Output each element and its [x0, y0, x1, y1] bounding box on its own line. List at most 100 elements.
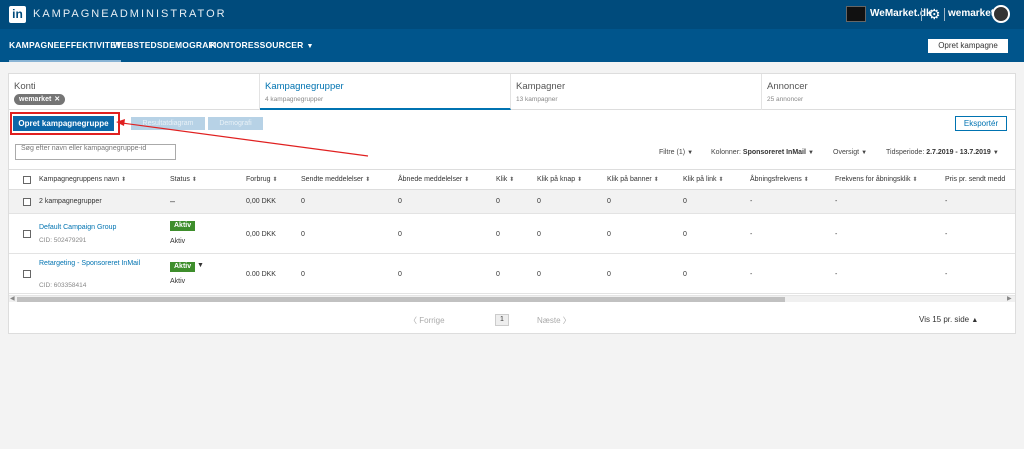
clicks-cell: 0: [496, 271, 500, 278]
tab-title: Annoncer: [767, 81, 808, 92]
divider: [921, 8, 922, 21]
row-checkbox[interactable]: [23, 270, 31, 278]
open-rate-cell: -: [750, 271, 753, 278]
account-filter-chip[interactable]: wemarket ✕: [14, 94, 66, 105]
header-label: Klik: [496, 176, 508, 183]
linkedin-logo[interactable]: in: [9, 6, 26, 23]
column-header-spend[interactable]: Forbrug ⬍: [246, 176, 278, 183]
campaign-group-name-link[interactable]: Default Campaign Group: [39, 224, 116, 231]
tab-subtitle: 4 kampagnegrupper: [265, 96, 324, 103]
nav-label: WEBSTEDSDEMOGRAFI: [113, 40, 217, 50]
nav-item-website-demographics[interactable]: WEBSTEDSDEMOGRAFI: [113, 29, 217, 62]
header-label: Sendte meddelelser: [301, 176, 364, 183]
sort-icon: ⬍: [718, 177, 724, 183]
caret-down-icon: ▼: [807, 150, 814, 156]
summary-price: -: [945, 198, 948, 205]
spend-cell: 0,00 DKK: [246, 231, 276, 238]
tab-accounts[interactable]: Konti wemarket ✕: [9, 74, 260, 110]
search-placeholder: Søg efter navn eller kampagnegruppe-id: [21, 145, 147, 152]
column-header-price-per-sent[interactable]: Pris pr. sendt medd: [945, 176, 1005, 183]
avatar[interactable]: [992, 5, 1010, 23]
tab-campaigns[interactable]: Kampagner 13 kampagner: [511, 74, 762, 110]
top-bar: in KAMPAGNEADMINISTRATOR WeMarket.dk ⚙ w…: [0, 0, 1024, 29]
main-panel: Konti wemarket ✕ Kampagnegrupper 4 kampag…: [8, 73, 1016, 334]
account-name[interactable]: WeMarket.dk: [870, 8, 932, 19]
current-page[interactable]: 1: [495, 314, 509, 326]
status-dropdown-icon[interactable]: ▼: [197, 262, 204, 269]
per-page-dropdown[interactable]: Vis 15 pr. side ▲: [919, 315, 978, 324]
nav-item-campaign-performance[interactable]: KAMPAGNEEFFEKTIVITET: [9, 29, 122, 62]
tab-subtitle: 13 kampagner: [516, 96, 558, 103]
period-dropdown[interactable]: Tidsperiode: 2.7.2019 - 13.7.2019 ▼: [886, 149, 999, 156]
column-header-button-clicks[interactable]: Klik på knap ⬍: [537, 176, 582, 183]
horizontal-scrollbar[interactable]: ◀ ▶: [9, 295, 1015, 302]
header-label: Kampagnegruppens navn: [39, 176, 120, 183]
nav-bar: KAMPAGNEEFFEKTIVITET WEBSTEDSDEMOGRAFI K…: [0, 29, 1024, 62]
column-header-link-clicks[interactable]: Klik på link ⬍: [683, 176, 724, 183]
open-rate-cell: -: [750, 231, 753, 238]
row-checkbox[interactable]: [23, 230, 31, 238]
gear-icon[interactable]: ⚙: [928, 6, 941, 23]
header-label: Frekvens for åbningsklik: [835, 176, 911, 183]
summary-banner-clicks: 0: [607, 198, 611, 205]
column-header-banner-clicks[interactable]: Klik på banner ⬍: [607, 176, 659, 183]
user-name[interactable]: wemarket: [948, 8, 994, 19]
previous-page-button[interactable]: 〈 Forrige: [409, 315, 445, 326]
column-header-open-click-rate[interactable]: Frekvens for åbningsklik ⬍: [835, 176, 918, 183]
create-campaign-button[interactable]: Opret kampagne: [928, 39, 1008, 53]
sort-icon: ⬍: [653, 177, 659, 183]
header-label: Status: [170, 176, 190, 183]
tab-ads[interactable]: Annoncer 25 annoncer: [762, 74, 1015, 110]
column-header-status[interactable]: Status ⬍: [170, 176, 197, 183]
column-header-opened[interactable]: Åbnede meddelelser ⬍: [398, 176, 469, 183]
price-cell: -: [945, 231, 948, 238]
scroll-right-icon[interactable]: ▶: [1007, 295, 1012, 302]
next-label: Næste: [537, 316, 561, 325]
columns-value: Sponsoreret InMail: [742, 149, 806, 156]
results-chart-button[interactable]: Resultatdiagram: [131, 117, 205, 130]
filter-label: Filtre (1): [659, 149, 686, 156]
link-clicks-cell: 0: [683, 231, 687, 238]
period-value: 2.7.2019 - 13.7.2019: [926, 149, 991, 156]
nav-item-account-assets[interactable]: KONTORESSOURCER ▼: [210, 29, 314, 62]
scroll-left-icon[interactable]: ◀: [10, 295, 15, 302]
nav-label: KAMPAGNEEFFEKTIVITET: [9, 40, 122, 50]
caret-down-icon: ▼: [306, 43, 314, 50]
columns-dropdown[interactable]: Kolonner: Sponsoreret InMail ▼: [711, 149, 814, 156]
scroll-thumb[interactable]: [17, 297, 785, 302]
row-checkbox[interactable]: [23, 198, 31, 206]
caret-up-icon: ▲: [971, 317, 979, 324]
account-logo[interactable]: [846, 6, 866, 22]
close-icon[interactable]: ✕: [54, 96, 60, 103]
header-label: Åbnede meddelelser: [398, 176, 463, 183]
tab-campaign-groups[interactable]: Kampagnegrupper 4 kampagnegrupper: [260, 74, 511, 110]
sent-cell: 0: [301, 231, 305, 238]
sent-cell: 0: [301, 271, 305, 278]
next-page-button[interactable]: Næste 〉: [537, 315, 571, 326]
status-text: Aktiv: [170, 238, 186, 245]
campaign-group-name-link[interactable]: Retargeting - Sponsoreret InMail: [39, 260, 140, 267]
demographics-button[interactable]: Demografi: [208, 117, 263, 130]
nav-label: KONTORESSOURCER: [210, 40, 304, 50]
summary-link-clicks: 0: [683, 198, 687, 205]
caret-down-icon: ▼: [687, 150, 694, 156]
app-title: KAMPAGNEADMINISTRATOR: [33, 8, 227, 20]
header-label: Pris pr. sendt medd: [945, 176, 1006, 183]
per-page-label: Vis 15 pr. side: [919, 315, 970, 324]
filters-dropdown[interactable]: Filtre (1) ▼: [659, 149, 693, 156]
search-input[interactable]: Søg efter navn eller kampagnegruppe-id: [15, 144, 176, 160]
highlight-box: [10, 112, 120, 135]
open-click-rate-cell: -: [835, 271, 838, 278]
opened-cell: 0: [398, 271, 402, 278]
column-header-open-rate[interactable]: Åbningsfrekvens ⬍: [750, 176, 809, 183]
tab-subtitle: 25 annoncer: [767, 96, 804, 103]
export-button[interactable]: Eksportér: [955, 116, 1007, 131]
summary-sent: 0: [301, 198, 305, 205]
chevron-right-icon: 〉: [562, 316, 571, 325]
column-header-name[interactable]: Kampagnegruppens navn ⬍: [39, 176, 126, 183]
column-header-clicks[interactable]: Klik ⬍: [496, 176, 514, 183]
overview-dropdown[interactable]: Oversigt ▼: [833, 149, 867, 156]
chip-label: wemarket: [19, 96, 52, 103]
column-header-sent[interactable]: Sendte meddelelser ⬍: [301, 176, 370, 183]
select-all-checkbox[interactable]: [23, 176, 31, 184]
